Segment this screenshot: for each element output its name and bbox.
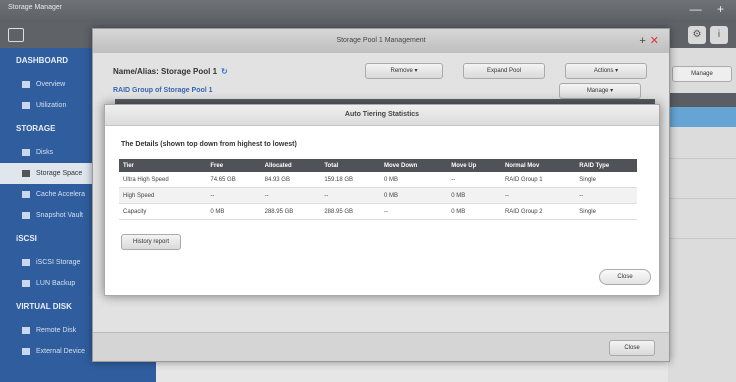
sidebar-item-label: Snapshot Vault (36, 212, 83, 219)
column-header: RAID Type (575, 159, 637, 172)
table-cell: 288.95 GB (320, 203, 380, 220)
table-cell: 0 MB (380, 172, 448, 188)
remove-button[interactable]: Remove ▾ (365, 63, 443, 79)
column-header: Allocated (260, 159, 321, 172)
pool-window-footer: Close (93, 332, 669, 361)
manage-button-bg[interactable]: Manage (672, 66, 732, 82)
table-cell: High Speed (119, 187, 207, 204)
sidebar-item-icon (22, 80, 30, 88)
tiering-stats-table: Tier Free Allocated Total Move Down Move Up No… (119, 159, 637, 220)
table-cell: 288.95 GB (260, 203, 321, 220)
table-row[interactable]: High Speed -- -- -- 0 MB 0 MB -- -- (119, 187, 637, 204)
table-cell: Single (575, 172, 637, 188)
table-cell: 0 MB (447, 203, 501, 220)
history-report-button[interactable]: History report (121, 234, 181, 250)
sidebar-item-icon (22, 190, 30, 198)
table-cell: 0 MB (447, 187, 501, 204)
sidebar-item-label: Remote Disk (36, 327, 77, 334)
table-cell: RAID Group 1 (500, 172, 576, 188)
dialog-close-button[interactable]: Close (599, 269, 651, 285)
settings-icon[interactable]: ⚙ (688, 26, 706, 44)
table-cell: Capacity (119, 203, 207, 220)
table-cell: -- (380, 203, 448, 220)
sidebar-item-label: Cache Accelera (36, 191, 86, 198)
sidebar-item-icon (22, 148, 30, 156)
table-cell: 0 MB (206, 203, 261, 220)
sidebar-item-icon (22, 326, 30, 334)
details-label: The Details (shown top down from highest… (121, 141, 297, 148)
sidebar-item-label: Disks (36, 149, 54, 156)
table-cell: 0 MB (380, 187, 448, 204)
dialog-title: Auto Tiering Statistics (105, 105, 659, 126)
sidebar-item-label: Overview (36, 81, 66, 88)
table-row[interactable]: Capacity 0 MB 288.95 GB 288.95 GB -- 0 MB RAID… (119, 203, 637, 220)
column-header: Tier (119, 159, 207, 172)
table-header-bg (668, 93, 736, 107)
table-cell: -- (447, 172, 501, 188)
table-cell: 84.93 GB (260, 172, 321, 188)
sidebar-item-icon (22, 169, 30, 177)
window-controls[interactable]: — + (690, 2, 730, 16)
sidebar-item-icon (22, 279, 30, 287)
column-header: Normal Mov (500, 159, 576, 172)
row-divider (668, 238, 736, 239)
table-cell: Ultra High Speed (119, 172, 207, 188)
background-pane: Manage (668, 48, 736, 382)
table-cell: Single (575, 203, 637, 220)
column-header: Move Down (380, 159, 448, 172)
sidebar-item-label: Utilization (36, 102, 67, 109)
sidebar-item-icon (22, 101, 30, 109)
column-header: Move Up (447, 159, 501, 172)
pool-name: Name/Alias: Storage Pool 1 ↻ (113, 67, 228, 76)
expand-pool-button[interactable]: Expand Pool (463, 63, 545, 79)
sidebar-item-icon (22, 347, 30, 355)
auto-tiering-dialog: Auto Tiering Statistics The Details (sho… (104, 104, 660, 296)
table-cell: -- (260, 187, 321, 204)
column-header: Free (206, 159, 261, 172)
pool-window-title-bar: Storage Pool 1 Management + ✕ (93, 29, 669, 53)
sidebar-item-label: iSCSI Storage (36, 259, 81, 266)
refresh-icon[interactable]: ↻ (221, 67, 228, 76)
table-cell: -- (500, 187, 576, 204)
table-cell: -- (206, 187, 261, 204)
pool-window-title: Storage Pool 1 Management (336, 37, 426, 44)
table-cell: RAID Group 2 (500, 203, 576, 220)
app-title-bar: Storage Manager — + (0, 0, 736, 22)
app-title: Storage Manager (8, 4, 63, 11)
selected-row-bg[interactable] (668, 107, 736, 127)
sidebar-item-label: External Device (36, 348, 86, 355)
close-icon[interactable]: ✕ (650, 35, 659, 47)
sidebar-item-icon (22, 258, 30, 266)
table-cell: -- (575, 187, 637, 204)
column-header: Total (320, 159, 380, 172)
expand-icon[interactable]: + (639, 35, 645, 47)
sidebar-item-label: LUN Backup (36, 280, 76, 287)
sidebar-item-label: Storage Space (36, 170, 83, 177)
raid-group-label: RAID Group of Storage Pool 1 (113, 87, 213, 94)
table-cell: 159.18 GB (320, 172, 380, 188)
table-row[interactable]: Ultra High Speed 74.65 GB 84.93 GB 159.18 G… (119, 172, 637, 188)
manage-button[interactable]: Manage ▾ (559, 83, 641, 99)
pool-close-button[interactable]: Close (609, 340, 655, 356)
sidebar-item-icon (22, 211, 30, 219)
menu-icon[interactable] (8, 28, 24, 42)
table-cell: -- (320, 187, 380, 204)
info-icon[interactable]: i (710, 26, 728, 44)
row-divider (668, 198, 736, 199)
actions-button[interactable]: Actions ▾ (565, 63, 647, 79)
table-cell: 74.65 GB (206, 172, 261, 188)
row-divider (668, 158, 736, 159)
